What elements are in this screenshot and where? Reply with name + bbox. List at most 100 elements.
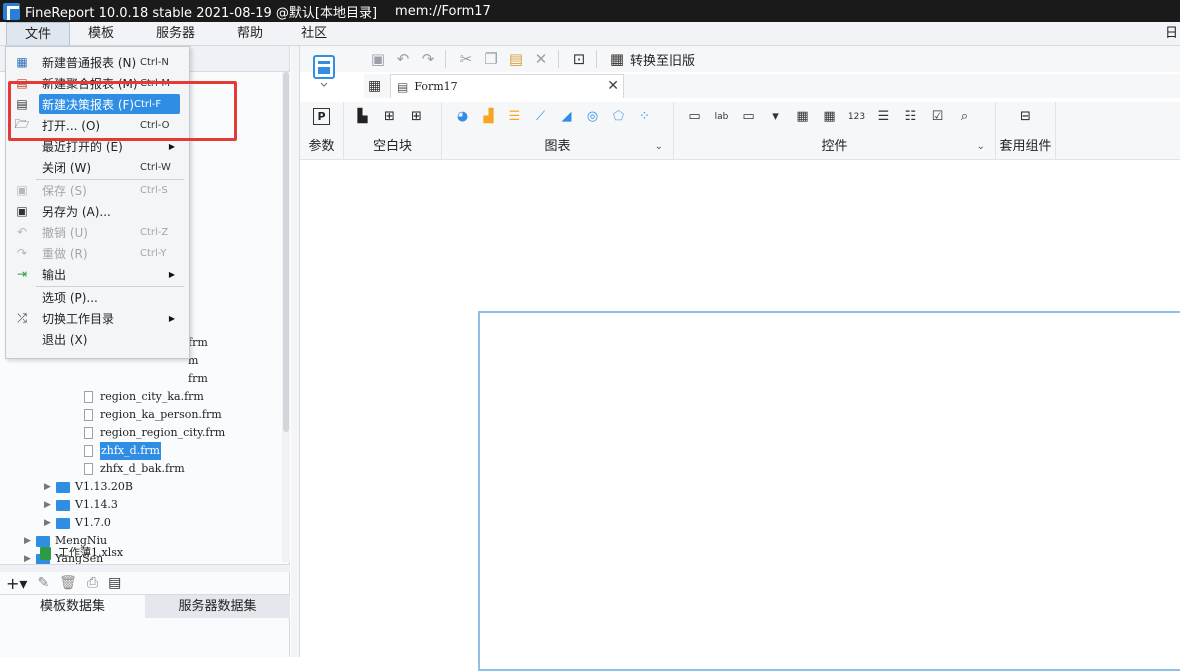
split-block-icon[interactable]: ⊞ — [381, 108, 398, 125]
title-bar: FineReport 10.0.18 stable 2021-08-19 @默认… — [0, 0, 1180, 22]
close-icon[interactable]: ✕ — [607, 78, 619, 94]
menu-options[interactable]: 选项 (P)... — [8, 287, 187, 307]
menu-template[interactable]: 模板 — [70, 22, 132, 45]
expand-arrow-icon[interactable]: ▶ — [44, 478, 56, 496]
redo-icon[interactable]: ↷ — [417, 48, 439, 70]
tree-file-zhfx-d-bak[interactable]: zhfx_d_bak.frm — [84, 460, 185, 478]
tree-row-partial[interactable]: frm — [188, 334, 208, 352]
chevron-down-icon[interactable]: ⌄ — [655, 141, 663, 152]
tree-file-region-ka-person[interactable]: region_ka_person.frm — [84, 406, 222, 424]
delete-icon[interactable]: 🗑 — [59, 575, 77, 591]
tree-file-xlsx[interactable]: 工作薄1.xlsx — [40, 544, 123, 562]
chart-label: 图表 — [544, 139, 571, 154]
gauge-chart-icon[interactable]: ◎ — [584, 108, 601, 125]
menu-close[interactable]: 关闭 (W) Ctrl-W — [8, 157, 187, 177]
textarea-widget-icon[interactable]: ☰ — [875, 108, 892, 125]
menu-right-fragment[interactable]: 日 — [1165, 22, 1178, 46]
menu-save-as[interactable]: ▣ 另存为 (A)... — [8, 201, 187, 221]
frm-file-icon — [84, 427, 93, 439]
menu-exit[interactable]: 退出 (X) — [8, 329, 187, 349]
undo-icon[interactable]: ↶ — [392, 48, 414, 70]
dataset-settings-icon[interactable]: ▤ — [108, 575, 121, 591]
tree-file-zhfx-d[interactable]: zhfx_d.frm — [84, 442, 161, 460]
blank-label: 空白块 — [372, 139, 412, 154]
menu-redo[interactable]: ↷ 重做 (R) Ctrl-Y — [8, 243, 187, 263]
frm-file-icon — [84, 391, 93, 403]
chevron-down-icon[interactable]: ⌄ — [977, 141, 985, 152]
tree-file-region-city-ka[interactable]: region_city_ka.frm — [84, 388, 204, 406]
tree-folder-v1-7-0[interactable]: ▶ V1.7.0 — [44, 514, 111, 532]
submenu-arrow-icon: ▶ — [168, 141, 175, 151]
doc-tab-form17[interactable]: ▤ Form17 ✕ — [390, 74, 624, 98]
expand-arrow-icon[interactable]: ▶ — [24, 532, 36, 550]
blank-block-icon[interactable]: ▙ — [354, 108, 371, 125]
tab-server-dataset[interactable]: 服务器数据集 — [145, 595, 290, 618]
tree-folder-v1-13-20b[interactable]: ▶ V1.13.20B — [44, 478, 133, 496]
preview-icon[interactable]: ⎙ — [87, 575, 98, 591]
menu-help[interactable]: 帮助 — [219, 22, 281, 45]
folder-icon — [56, 517, 70, 529]
add-dataset-icon[interactable]: +▾ — [6, 574, 27, 593]
top-toolbar: ▣ ↶ ↷ ✂ ❐ ▤ ✕ ⊡ ▦ 转换至旧版 — [300, 46, 1180, 72]
design-canvas-area[interactable] — [300, 161, 1180, 671]
excel-file-icon — [40, 546, 51, 560]
menu-export[interactable]: ⇥ 输出 ▶ — [8, 264, 187, 284]
line-chart-icon[interactable]: ⟋ — [532, 108, 549, 125]
template-type-icon[interactable] — [312, 54, 338, 88]
tab-template-dataset[interactable]: 模板数据集 — [0, 595, 145, 618]
menu-server[interactable]: 服务器 — [132, 22, 219, 45]
preview-icon[interactable]: ⊡ — [568, 48, 590, 70]
pie-chart-icon[interactable]: ◕ — [454, 108, 471, 125]
dropdown-widget-icon[interactable]: ▾ — [767, 108, 784, 125]
tree-row-partial[interactable]: frm — [188, 370, 208, 388]
form-canvas[interactable] — [478, 311, 1180, 671]
tree-file-region-region-city[interactable]: region_region_city.frm — [84, 424, 225, 442]
scrollbar-thumb[interactable] — [283, 72, 289, 432]
convert-icon[interactable]: ▦ — [606, 48, 628, 70]
grid-toggle-icon[interactable]: ▦ — [368, 78, 381, 94]
expand-arrow-icon[interactable]: ▶ — [44, 496, 56, 514]
component-icon[interactable]: ⊟ — [1017, 108, 1034, 125]
menu-new-normal-report[interactable]: ▦ 新建普通报表 (N) Ctrl-N — [8, 52, 187, 72]
edit-icon[interactable]: ✎ — [37, 575, 49, 591]
panel-splitter[interactable] — [291, 46, 300, 657]
text-field-icon[interactable]: ▭ — [740, 108, 757, 125]
toolbar-divider — [558, 50, 559, 68]
radar-chart-icon[interactable]: ⬠ — [610, 108, 627, 125]
paste-icon[interactable]: ▤ — [505, 48, 527, 70]
expand-arrow-icon[interactable]: ▶ — [44, 514, 56, 532]
menu-undo[interactable]: ↶ 撤销 (U) Ctrl-Z — [8, 222, 187, 242]
parameter-icon[interactable]: P — [313, 108, 330, 125]
convert-to-legacy-button[interactable]: 转换至旧版 — [630, 50, 695, 69]
component-group: ⊟ 套用组件 — [996, 102, 1056, 160]
label-widget-icon[interactable]: ▭ — [686, 108, 703, 125]
area-chart-icon[interactable]: ◢ — [558, 108, 575, 125]
radio-group-icon[interactable]: ☷ — [902, 108, 919, 125]
cut-icon[interactable]: ✂ — [455, 48, 477, 70]
tree-folder-v1-14-3[interactable]: ▶ V1.14.3 — [44, 496, 118, 514]
calendar-widget-icon[interactable]: ▦ — [821, 108, 838, 125]
delete-icon[interactable]: ✕ — [530, 48, 552, 70]
export-icon: ⇥ — [16, 267, 28, 281]
controls-group: ▭ lab ▭ ▾ ▦ ▦ 123 ☰ ☷ ☑ ⌕ 控件 ⌄ — [674, 102, 996, 160]
menu-community[interactable]: 社区 — [281, 22, 347, 45]
scatter-chart-icon[interactable]: ⁘ — [636, 108, 653, 125]
menu-file[interactable]: 文件 — [6, 22, 71, 45]
panel-divider[interactable] — [0, 564, 290, 572]
horizontal-bar-chart-icon[interactable]: ☰ — [506, 108, 523, 125]
copy-icon[interactable]: ❐ — [480, 48, 502, 70]
search-widget-icon[interactable]: ⌕ — [956, 108, 973, 125]
menu-switch-directory[interactable]: ⤮ 切换工作目录 ▶ — [8, 308, 187, 328]
text-label-icon[interactable]: lab — [713, 108, 730, 125]
number-widget-icon[interactable]: 123 — [848, 108, 865, 125]
date-widget-icon[interactable]: ▦ — [794, 108, 811, 125]
bar-chart-icon[interactable]: ▟ — [480, 108, 497, 125]
tree-scrollbar[interactable] — [282, 72, 290, 562]
dataset-toolbar: +▾ ✎ 🗑 ⎙ ▤ — [0, 572, 290, 594]
menu-save[interactable]: ▣ 保存 (S) Ctrl-S — [8, 180, 187, 200]
chart-group: ◕ ▟ ☰ ⟋ ◢ ◎ ⬠ ⁘ 图表 ⌄ — [442, 102, 674, 160]
table-block-icon[interactable]: ⊞ — [408, 108, 425, 125]
save-icon[interactable]: ▣ — [367, 48, 389, 70]
checkbox-group-icon[interactable]: ☑ — [929, 108, 946, 125]
save-icon: ▣ — [16, 183, 28, 197]
